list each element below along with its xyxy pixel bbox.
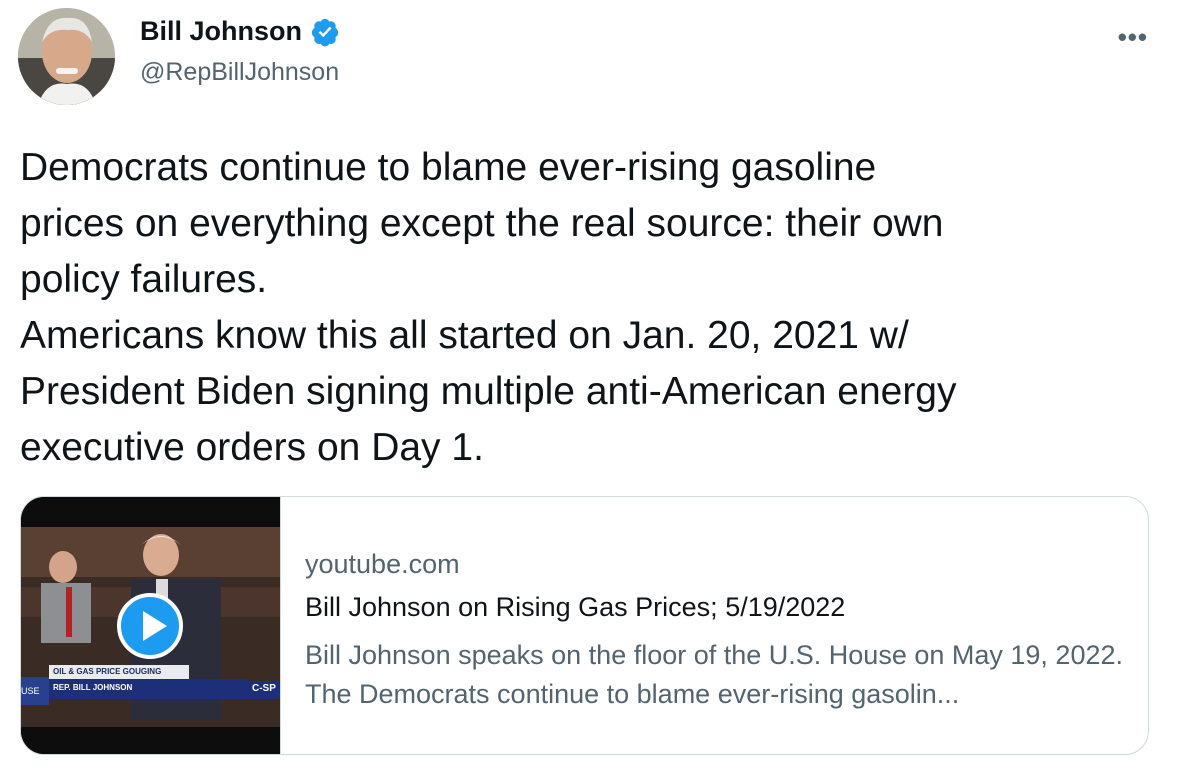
thumbnail-network-logo: C-SP [249, 681, 280, 699]
thumbnail-chyron-bottom: REP. BILL JOHNSON [49, 679, 249, 699]
author-name-row[interactable]: Bill Johnson [140, 16, 340, 47]
more-options-icon[interactable]: ••• [1118, 22, 1148, 53]
thumbnail-badge: USE [21, 677, 49, 705]
card-title[interactable]: Bill Johnson on Rising Gas Prices; 5/19/… [305, 592, 1125, 623]
avatar-photo [18, 8, 115, 105]
link-card[interactable]: OIL & GAS PRICE GOUGING REP. BILL JOHNSO… [20, 496, 1149, 755]
verified-badge-icon [311, 18, 339, 46]
video-thumbnail[interactable]: OIL & GAS PRICE GOUGING REP. BILL JOHNSO… [21, 497, 281, 754]
card-body[interactable]: youtube.com Bill Johnson on Rising Gas P… [281, 497, 1125, 754]
tweet-text: Democrats continue to blame ever-rising … [20, 146, 957, 469]
play-button-icon[interactable] [117, 593, 183, 659]
card-domain: youtube.com [305, 549, 460, 579]
author-handle[interactable]: @RepBillJohnson [140, 58, 339, 87]
card-description: Bill Johnson speaks on the floor of the … [305, 640, 1123, 709]
avatar[interactable] [18, 8, 115, 105]
author-name[interactable]: Bill Johnson [140, 16, 302, 47]
